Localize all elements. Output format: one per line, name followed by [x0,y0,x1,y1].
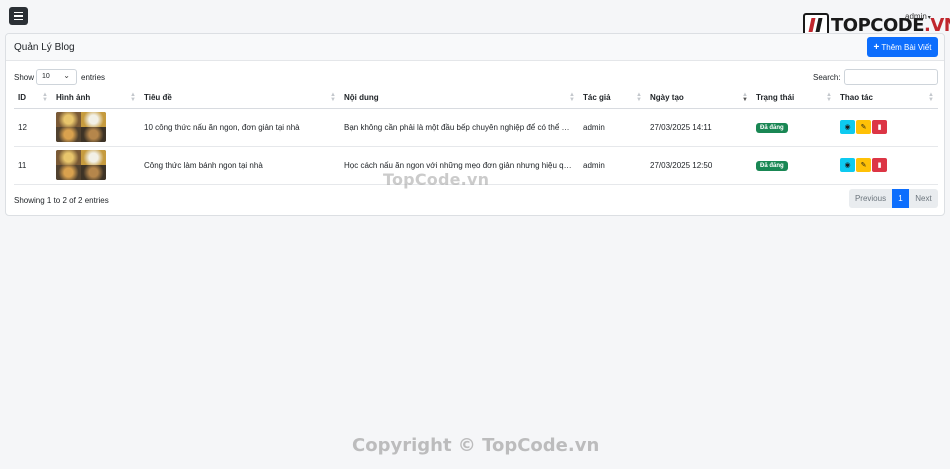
post-thumbnail[interactable] [56,150,106,180]
cell-id: 11 [14,146,52,185]
card-header: Quản Lý Blog + Thêm Bài Viết [6,34,944,61]
cell-title: 10 công thức nấu ăn ngon, đơn giản tại n… [140,108,340,147]
sort-icon: ▲ ▼ [826,92,832,103]
status-badge: Đã đăng [756,122,788,133]
sort-icon: ▲ ▼ [636,92,642,103]
sort-icon: ▲ ▼ [42,92,48,103]
eye-icon: ◉ [844,162,851,169]
view-button[interactable]: ◉ [840,158,855,172]
watermark-middle: TopCode.vn [383,170,490,189]
sort-icon: ▲ ▼ [130,92,136,103]
delete-button[interactable]: ▮ [872,158,887,172]
sort-icon: ▲ ▼ [928,92,934,103]
table-header-row: ID ▲ ▼ Hình ảnh ▲ ▼ Tiêu đề ▲ ▼ Nội dung ▲ ▼ Tác… [14,88,938,109]
column-header-actions[interactable]: Thao tác ▲ ▼ [836,88,938,109]
column-header-author[interactable]: Tác giả ▲ ▼ [579,88,646,109]
table-info: Showing 1 to 2 of 2 entries [14,196,109,205]
edit-icon: ✎ [860,124,867,131]
trash-icon: ▮ [877,162,882,169]
pagination: Previous 1 Next [849,189,938,208]
hamburger-icon [14,11,23,14]
page-length-select[interactable]: 10 ⌄ [36,69,77,85]
plus-icon: + [873,41,880,53]
watermark-bottom: Copyright © TopCode.vn [352,435,600,456]
cell-title: Công thức làm bánh ngon tại nhà [140,146,340,185]
cell-author: admin [579,146,646,185]
search-input[interactable] [844,69,938,85]
search-label: Search: [813,73,841,82]
column-header-image[interactable]: Hình ảnh ▲ ▼ [52,88,140,109]
cell-id: 12 [14,108,52,147]
edit-button[interactable]: ✎ [856,120,871,134]
cell-image [52,146,140,185]
status-badge: Đã đăng [756,160,788,171]
cell-actions: ◉ ✎ ▮ [836,146,938,185]
trash-icon: ▮ [877,124,882,131]
user-dropdown[interactable]: admin▾ [905,12,931,21]
column-header-title[interactable]: Tiêu đề ▲ ▼ [140,88,340,109]
sidebar-toggle-button[interactable] [9,7,28,25]
add-post-label: Thêm Bài Viết [881,42,932,52]
top-navbar: TOPCODE.VN admin▾ [0,0,950,37]
next-page-button[interactable]: Next [909,189,938,208]
show-label: Show [14,73,35,82]
sort-icon: ▲ ▼ [330,92,336,103]
add-post-button[interactable]: + Thêm Bài Viết [867,37,938,57]
caret-down-icon: ▾ [927,15,931,21]
table-controls: Show 10 ⌄ entries Search: [14,69,938,85]
page-1-button[interactable]: 1 [892,189,909,208]
cell-content: Bạn không cần phải là một đầu bếp chuyên… [340,108,579,147]
table-row: 12 10 công thức nấu ăn ngon, đơn giản tạ… [14,108,938,147]
cell-image [52,108,140,147]
view-button[interactable]: ◉ [840,120,855,134]
cell-author: admin [579,108,646,147]
column-header-content[interactable]: Nội dung ▲ ▼ [340,88,579,109]
chevron-down-icon: ⌄ [63,71,70,80]
eye-icon: ◉ [844,124,851,131]
page-title: Quản Lý Blog [14,42,75,53]
sort-icon: ▲ ▼ [569,92,575,103]
cell-created: 27/03/2025 14:11 [646,108,752,147]
column-header-id[interactable]: ID ▲ ▼ [14,88,52,109]
post-thumbnail[interactable] [56,112,106,142]
edit-icon: ✎ [860,162,867,169]
cell-created: 27/03/2025 12:50 [646,146,752,185]
cell-status: Đã đăng [752,108,836,147]
page-length-value: 10 [42,73,50,80]
previous-page-button[interactable]: Previous [849,189,892,208]
entries-label: entries [81,73,106,82]
cell-actions: ◉ ✎ ▮ [836,108,938,147]
user-name: admin [905,12,927,21]
column-header-status[interactable]: Trạng thái ▲ ▼ [752,88,836,109]
cell-status: Đã đăng [752,146,836,185]
column-header-created[interactable]: Ngày tạo ▲ ▼ [646,88,752,109]
sort-desc-icon: ▲ ▼ [742,92,748,103]
delete-button[interactable]: ▮ [872,120,887,134]
edit-button[interactable]: ✎ [856,158,871,172]
